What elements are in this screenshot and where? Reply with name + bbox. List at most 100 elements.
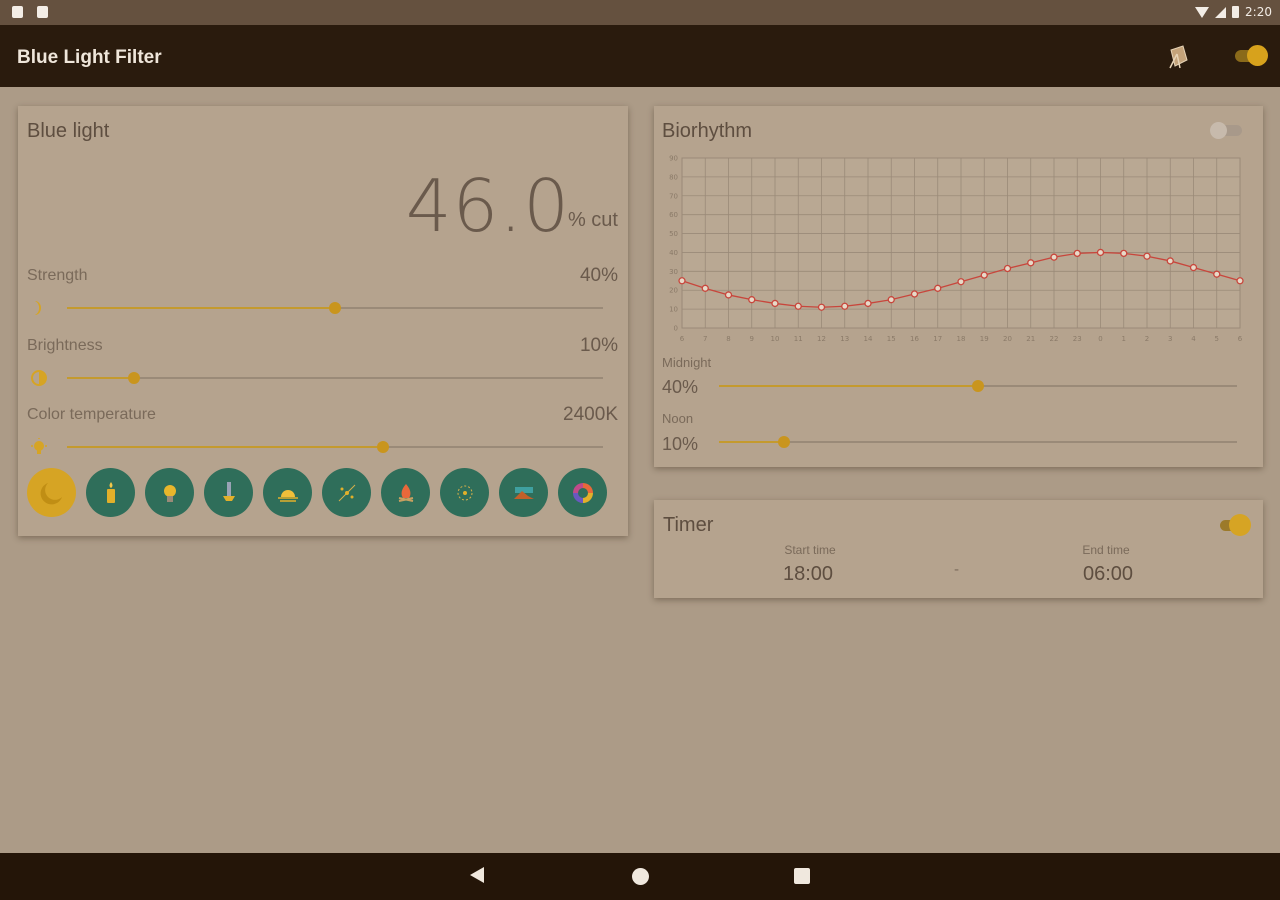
filter-master-toggle[interactable] xyxy=(1235,45,1269,67)
toggle-thumb xyxy=(1229,514,1251,536)
preset-campfire[interactable] xyxy=(381,468,430,517)
chart-y-tick-label: 80 xyxy=(669,173,678,181)
chart-x-tick-label: 18 xyxy=(957,335,966,343)
midnight-slider[interactable] xyxy=(719,379,1237,393)
chart-x-tick-label: 11 xyxy=(794,335,803,343)
strength-label: Strength xyxy=(27,267,88,284)
chart-x-tick-label: 7 xyxy=(703,335,707,343)
chart-x-tick-label: 21 xyxy=(1026,335,1035,343)
campfire-icon xyxy=(398,483,413,502)
slider-knob[interactable] xyxy=(377,441,390,453)
end-time-label: End time xyxy=(1082,543,1130,557)
strength-slider[interactable] xyxy=(67,301,603,315)
chart-x-tick-label: 17 xyxy=(933,335,942,343)
chart-data-point xyxy=(1189,263,1198,272)
preset-sparkle[interactable] xyxy=(440,468,489,517)
back-icon[interactable] xyxy=(470,867,484,883)
chart-x-tick-label: 0 xyxy=(1098,335,1102,343)
preset-moon[interactable] xyxy=(27,468,76,517)
preset-bulb[interactable] xyxy=(145,468,194,517)
slider-knob[interactable] xyxy=(329,302,341,314)
brightness-value: 10% xyxy=(579,335,618,356)
chart-data-point xyxy=(1003,264,1012,273)
chart-data-point xyxy=(1236,277,1244,285)
brightness-slider[interactable] xyxy=(67,371,603,385)
app-bar xyxy=(0,25,1280,87)
chart-y-tick-label: 0 xyxy=(674,325,678,333)
chart-x-tick-label: 22 xyxy=(1050,335,1059,343)
chart-x-tick-label: 2 xyxy=(1145,335,1149,343)
cut-unit-label: % cut xyxy=(567,209,618,231)
chart-data-point xyxy=(1096,248,1105,257)
preset-sunrise[interactable] xyxy=(263,468,312,517)
recents-icon[interactable] xyxy=(794,868,810,884)
chart-y-tick-label: 10 xyxy=(669,306,678,314)
stars-icon xyxy=(338,484,355,501)
notification-icon xyxy=(37,6,48,18)
chart-data-point xyxy=(1027,259,1035,267)
chart-x-tick-label: 13 xyxy=(840,335,849,343)
chart-data-point xyxy=(864,299,872,308)
lightbulb-icon xyxy=(31,438,47,454)
chart-x-tick-label: 23 xyxy=(1073,335,1082,343)
slider-knob[interactable] xyxy=(972,380,984,392)
chart-x-tick-label: 14 xyxy=(864,335,873,343)
start-time-label: Start time xyxy=(784,543,836,557)
preset-list xyxy=(27,468,607,517)
preset-candle[interactable] xyxy=(86,468,135,517)
lamp-icon xyxy=(222,481,235,501)
preset-lamp[interactable] xyxy=(204,468,253,517)
chart-data-point xyxy=(724,291,733,299)
chart-data-point xyxy=(910,290,919,298)
slider-fill xyxy=(719,385,978,387)
cut-percentage-value: 46.0 xyxy=(405,164,570,248)
bulb-icon xyxy=(163,484,176,502)
chart-y-tick-label: 60 xyxy=(669,211,678,219)
preset-color-wheel[interactable] xyxy=(558,468,607,517)
filter-settings-icon[interactable] xyxy=(1168,44,1190,70)
status-bar: 2:20 xyxy=(0,0,1280,25)
end-time-value[interactable]: 06:00 xyxy=(1048,563,1168,586)
chart-data-point xyxy=(817,303,826,311)
chart-data-point xyxy=(1213,270,1221,278)
wifi-icon xyxy=(1195,6,1210,18)
chart-x-tick-label: 19 xyxy=(980,335,989,343)
status-time: 2:20 xyxy=(1245,5,1272,19)
noon-slider[interactable] xyxy=(719,435,1237,449)
toggle-thumb xyxy=(1247,45,1268,66)
chart-x-tick-label: 12 xyxy=(817,335,826,343)
noon-value: 10% xyxy=(662,434,699,454)
chart-x-tick-label: 3 xyxy=(1168,335,1172,343)
chart-x-tick-label: 8 xyxy=(726,335,730,343)
chart-x-tick-label: 4 xyxy=(1191,335,1196,343)
biorhythm-card: Biorhythm 6 7 8 9 10 11 12 13 14 15 16 17 18 19 20 21 22… xyxy=(654,106,1263,467)
preset-landscape[interactable] xyxy=(499,468,548,517)
timer-toggle[interactable] xyxy=(1220,514,1251,536)
chart-x-tick-label: 10 xyxy=(771,335,780,343)
slider-knob[interactable] xyxy=(128,372,140,384)
moon-icon xyxy=(40,482,62,504)
slider-fill xyxy=(67,446,384,448)
preset-stars[interactable] xyxy=(322,468,371,517)
landscape-icon xyxy=(513,486,534,499)
brightness-label: Brightness xyxy=(27,337,103,354)
timer-card: Timer Start time 18:00 - End time 06:00 xyxy=(654,500,1263,598)
home-icon[interactable] xyxy=(632,868,649,885)
chart-data-point xyxy=(794,302,802,310)
chart-x-tick-label: 5 xyxy=(1215,335,1219,343)
chart-data-point xyxy=(957,278,965,286)
color-temperature-slider[interactable] xyxy=(67,440,603,454)
slider-fill xyxy=(67,307,335,309)
brightness-icon xyxy=(31,370,47,386)
chart-data-point xyxy=(748,296,756,304)
chart-data-point xyxy=(1166,257,1174,265)
chart-x-tick-label: 6 xyxy=(1238,335,1243,343)
chart-y-tick-label: 90 xyxy=(669,155,678,163)
chart-x-tick-label: 1 xyxy=(1122,335,1126,343)
start-time-value[interactable]: 18:00 xyxy=(748,563,868,586)
chart-data-point xyxy=(771,299,779,308)
chart-y-tick-label: 70 xyxy=(669,192,678,200)
chart-y-tick-label: 50 xyxy=(669,230,678,238)
chart-data-point xyxy=(1050,253,1058,261)
slider-knob[interactable] xyxy=(777,436,790,448)
